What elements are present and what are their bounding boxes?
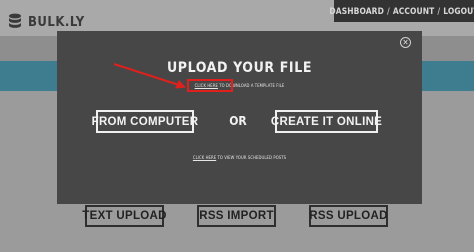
- nav-separator: /: [437, 6, 441, 16]
- top-nav: DASHBOARD / ACCOUNT / LOGOUT: [329, 0, 474, 22]
- close-icon[interactable]: ✕: [400, 37, 411, 48]
- highlight-box: [187, 79, 233, 92]
- or-separator: OR: [229, 114, 247, 128]
- nav-dashboard[interactable]: DASHBOARD: [329, 6, 384, 16]
- scheduled-posts-text: CLICK HERE TO VIEW YOUR SCHEDULED POSTS: [57, 155, 422, 160]
- database-icon: [9, 13, 21, 28]
- rss-import-button[interactable]: RSS IMPORT: [197, 205, 276, 227]
- scheduled-posts-rest: TO VIEW YOUR SCHEDULED POSTS: [216, 155, 287, 160]
- nav-separator: /: [386, 6, 390, 16]
- upload-modal: ✕ UPLOAD YOUR FILE CLICK HERE TO DOWNLOA…: [57, 31, 422, 204]
- logo[interactable]: BULK.LY: [8, 13, 85, 31]
- template-download-text: CLICK HERE TO DOWNLOAD A TEMPLATE FILE: [57, 83, 422, 88]
- modal-title: UPLOAD YOUR FILE: [166, 60, 313, 76]
- scheduled-posts-link[interactable]: CLICK HERE: [193, 155, 216, 160]
- nav-logout[interactable]: LOGOUT: [443, 6, 474, 16]
- logo-text: BULK.LY: [28, 14, 85, 30]
- create-online-button[interactable]: CREATE IT ONLINE: [271, 110, 382, 133]
- rss-upload-button[interactable]: RSS UPLOAD: [309, 205, 388, 227]
- text-upload-button[interactable]: TEXT UPLOAD: [82, 205, 166, 227]
- nav-account[interactable]: ACCOUNT: [393, 6, 435, 16]
- from-computer-button[interactable]: FROM COMPUTER: [92, 110, 198, 133]
